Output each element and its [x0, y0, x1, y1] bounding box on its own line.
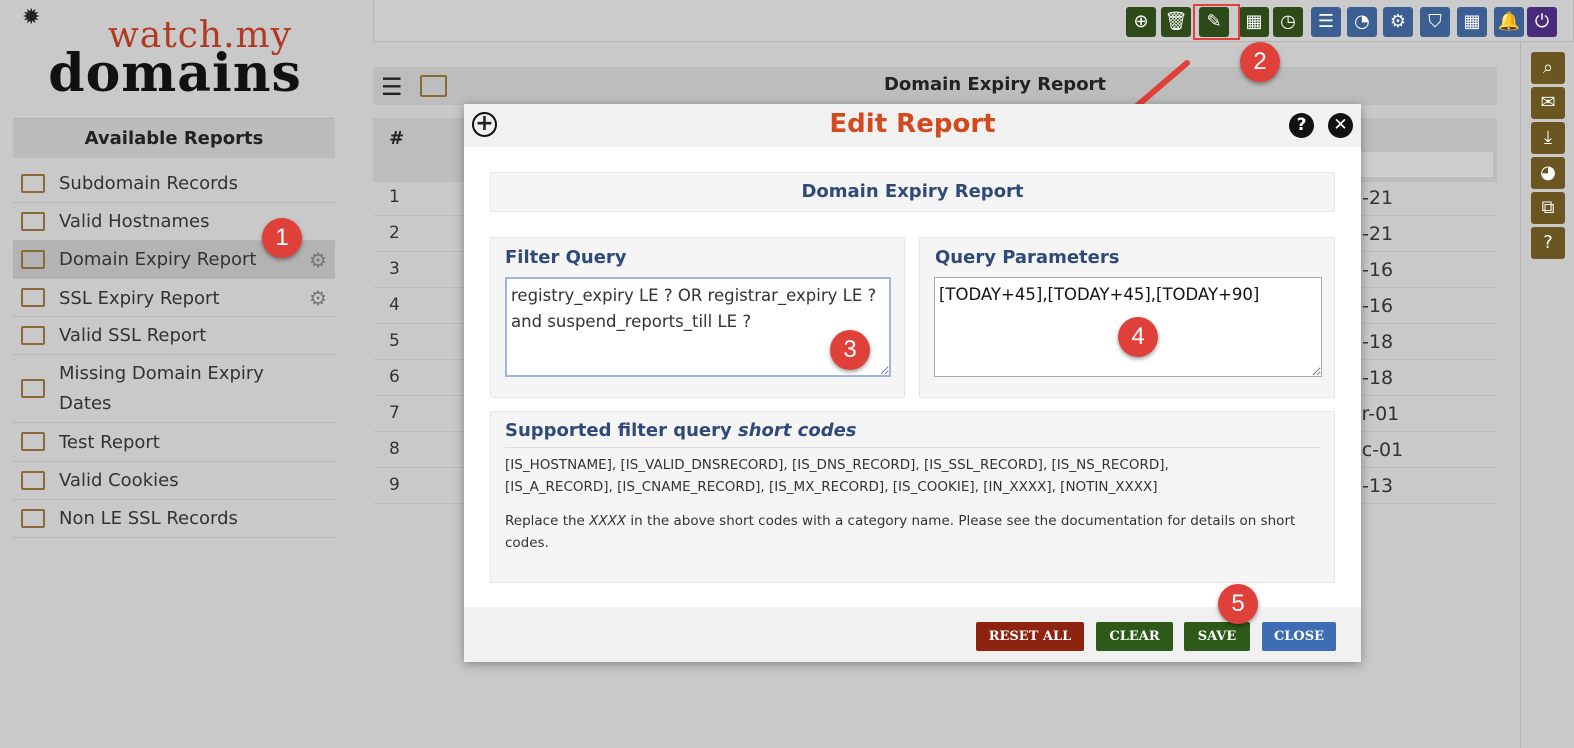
close-button[interactable]: CLOSE — [1262, 622, 1336, 651]
folder-icon — [21, 173, 45, 193]
report-item-label: Subdomain Records — [59, 173, 238, 194]
report-item[interactable]: Test Report — [13, 423, 335, 462]
sliders-icon[interactable]: ☰ — [1311, 7, 1341, 37]
table-icon[interactable]: ▦ — [1457, 7, 1487, 37]
annotation-badge: 2 — [1240, 42, 1280, 82]
filter-query-label: Filter Query — [505, 247, 627, 268]
row-number: 5 — [389, 331, 400, 351]
help-icon[interactable]: ? — [1531, 227, 1565, 259]
report-item-label: Test Report — [59, 431, 160, 453]
folder-icon — [21, 211, 45, 231]
highlight-box — [1193, 4, 1240, 40]
short-codes-note: Replace the XXXX in the above short code… — [505, 513, 1296, 551]
close-icon[interactable]: ✕ — [1328, 113, 1353, 138]
row-number: 2 — [389, 223, 400, 243]
folder-icon — [21, 432, 45, 451]
add-icon[interactable]: ⊕ — [1126, 7, 1156, 37]
trash-icon[interactable]: 🗑 — [1161, 7, 1191, 37]
report-item-label: Valid Cookies — [59, 470, 179, 491]
clear-button[interactable]: CLEAR — [1096, 622, 1173, 651]
gear-icon[interactable]: ⚙ — [309, 286, 327, 310]
palette-icon[interactable]: ◕ — [1531, 157, 1565, 189]
short-codes-panel: Supported filter query short codes [IS_H… — [490, 411, 1335, 583]
folder-icon[interactable] — [420, 75, 447, 97]
download-icon[interactable]: ⤓ — [1531, 122, 1565, 154]
folder-icon — [21, 325, 45, 345]
gauge-icon[interactable]: ◔ — [1347, 7, 1377, 37]
folder-icon — [21, 249, 45, 269]
dialog-title: Edit Report — [829, 109, 996, 139]
logo: watch.my domains — [40, 18, 310, 100]
report-item[interactable]: Non LE SSL Records — [13, 500, 335, 538]
short-codes-line: [IS_A_RECORD], [IS_CNAME_RECORD], [IS_MX… — [505, 479, 1158, 495]
table-title: Domain Expiry Report — [883, 74, 1107, 95]
short-codes-title: Supported filter query short codes — [505, 420, 1320, 448]
query-parameters-label: Query Parameters — [935, 247, 1120, 268]
row-number: 3 — [389, 259, 400, 279]
dialog-header: + Edit Report ? ✕ — [464, 104, 1361, 147]
folder-icon — [21, 508, 45, 528]
report-item-label: Valid SSL Report — [59, 325, 207, 346]
menu-icon[interactable]: ☰ — [381, 73, 403, 101]
alarm-icon[interactable]: 🔔 — [1494, 7, 1524, 37]
column-header-number: # — [389, 128, 405, 149]
annotation-badge: 1 — [262, 218, 302, 258]
folder-icon — [21, 470, 45, 490]
report-item-label: SSL Expiry Report — [59, 287, 220, 309]
mail-icon[interactable]: ✉ — [1531, 87, 1565, 119]
annotation-badge: 3 — [830, 330, 870, 370]
row-number: 4 — [389, 295, 400, 315]
report-item[interactable]: SSL Expiry Report ⚙ — [13, 280, 335, 317]
gear-icon[interactable]: ⚙ — [1383, 7, 1413, 37]
gear-icon[interactable]: ⚙ — [309, 248, 327, 272]
folder-icon — [21, 378, 45, 398]
shield-icon[interactable]: ⛉ — [1420, 7, 1450, 37]
logo-line2: domains — [48, 43, 302, 104]
report-item-label: Non LE SSL Records — [59, 508, 238, 529]
reset-all-button[interactable]: RESET ALL — [976, 622, 1084, 651]
annotation-badge: 4 — [1118, 317, 1158, 357]
edit-report-dialog: + Edit Report ? ✕ Domain Expiry Report F… — [464, 104, 1361, 662]
row-number: 9 — [389, 475, 400, 495]
report-item[interactable]: Valid SSL Report — [13, 317, 335, 355]
report-item[interactable]: Valid Cookies — [13, 462, 335, 500]
search-icon[interactable]: ⌕ — [1531, 52, 1565, 84]
help-icon[interactable]: ? — [1289, 113, 1314, 138]
external-link-icon[interactable]: ⧉ — [1531, 192, 1565, 224]
folder-icon — [21, 288, 45, 307]
filter-query-panel: Filter Query registry_expiry LE ? OR reg… — [490, 237, 905, 398]
report-item-label: Valid Hostnames — [59, 211, 210, 232]
query-parameters-panel: Query Parameters [TODAY+45],[TODAY+45],[… — [919, 237, 1335, 398]
short-codes-line: [IS_HOSTNAME], [IS_VALID_DNSRECORD], [IS… — [505, 457, 1169, 473]
row-number: 8 — [389, 439, 400, 459]
report-name: Domain Expiry Report — [801, 181, 1024, 202]
row-number: 7 — [389, 403, 400, 423]
report-name-box: Domain Expiry Report — [490, 172, 1335, 212]
power-icon[interactable]: ⏻ — [1527, 7, 1557, 37]
report-item[interactable]: Subdomain Records — [13, 165, 335, 203]
divider — [1520, 42, 1521, 748]
clock-icon[interactable]: ◷ — [1273, 7, 1303, 37]
report-item-label: Missing Domain Expiry Dates — [59, 362, 264, 414]
row-number: 1 — [389, 187, 400, 207]
report-item[interactable]: Missing Domain Expiry Dates — [13, 355, 335, 423]
available-reports-heading: Available Reports — [13, 118, 335, 158]
save-button[interactable]: SAVE — [1184, 622, 1250, 651]
row-number: 6 — [389, 367, 400, 387]
column-filter-input[interactable] — [1348, 152, 1493, 177]
table-toolbar: ☰ Domain Expiry Report — [373, 67, 1497, 105]
report-item-label: Domain Expiry Report — [59, 249, 257, 270]
annotation-badge: 5 — [1218, 584, 1258, 624]
grid-settings-icon[interactable]: ▦ — [1239, 7, 1269, 37]
